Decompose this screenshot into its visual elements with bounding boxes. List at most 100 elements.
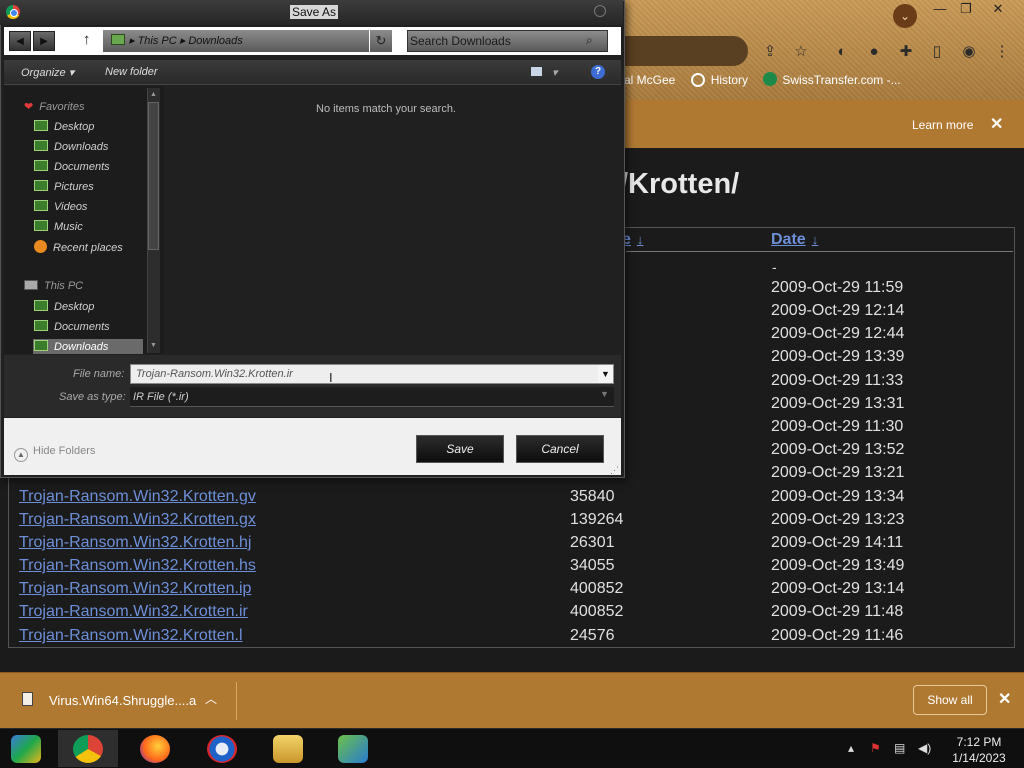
download-shelf-close-icon[interactable]: ✕ <box>998 689 1011 709</box>
bookmark-mcgee[interactable]: ral McGee <box>620 73 675 87</box>
nav-fav-pictures[interactable]: Pictures <box>34 180 94 193</box>
heart-icon: ❤ <box>24 101 34 113</box>
file-content-pane[interactable] <box>164 86 621 354</box>
table-date-cell: 2009-Oct-29 11:30 <box>771 418 904 435</box>
ie-icon[interactable] <box>207 735 237 763</box>
chrome-icon <box>73 735 103 763</box>
new-folder-button[interactable]: New folder <box>105 66 158 78</box>
help-icon[interactable]: ? <box>591 65 605 79</box>
breadcrumb-downloads[interactable]: Downloads <box>188 35 242 47</box>
date-column-header[interactable]: Date ↓ <box>771 231 818 249</box>
chrome-profile-menu-icon[interactable]: ⌄ <box>893 4 917 28</box>
extension-avatar-icon[interactable]: ● <box>864 42 884 62</box>
nav-fav-documents[interactable]: Documents <box>34 160 110 173</box>
nav-this-pc[interactable]: This PC <box>24 280 83 292</box>
action-center-flag-icon[interactable]: ⚑ <box>870 741 881 755</box>
cancel-button[interactable]: Cancel <box>516 435 604 463</box>
scroll-down-icon[interactable]: ▼ <box>148 340 159 352</box>
network-people-icon[interactable] <box>338 735 368 763</box>
table-date-cell: 2009-Oct-29 13:23 <box>771 511 905 528</box>
learn-more-link[interactable]: Learn more <box>912 118 973 132</box>
file-link[interactable]: Trojan-Ransom.Win32.Krotten.ip <box>19 580 251 598</box>
start-orb-icon[interactable] <box>11 735 41 763</box>
file-name-input[interactable] <box>130 364 614 384</box>
chrome-menu-icon[interactable]: ⋮ <box>992 42 1012 62</box>
side-panel-icon[interactable]: ▯ <box>927 42 947 62</box>
restore-icon[interactable]: ❐ <box>951 0 981 18</box>
show-hidden-icons-icon[interactable]: ▴ <box>848 741 854 755</box>
view-dropdown-icon[interactable]: ▾ <box>552 66 558 79</box>
documents-folder-icon <box>34 160 48 171</box>
header-divider <box>626 251 1013 252</box>
view-options-icon[interactable] <box>530 66 543 77</box>
file-link[interactable]: Trojan-Ransom.Win32.Krotten.hj <box>19 534 251 552</box>
nav-pc-downloads[interactable]: Downloads <box>33 339 143 354</box>
file-name-dropdown-icon[interactable]: ▼ <box>598 365 613 383</box>
scroll-up-icon[interactable]: ▲ <box>148 89 159 101</box>
bookmarks-bar: ral McGee History SwissTransfer.com -... <box>620 72 913 96</box>
text-cursor-icon: I <box>329 370 333 385</box>
save-as-type-label: Save as type: <box>59 391 126 403</box>
forward-arrow-icon[interactable]: ▶ <box>33 31 55 51</box>
folder-icon <box>111 34 125 45</box>
download-item[interactable]: Virus.Win64.Shruggle....a <box>49 693 196 708</box>
scrollbar-thumb[interactable] <box>148 102 159 250</box>
organize-button[interactable]: Organize ▾ <box>21 66 74 79</box>
nav-fav-music[interactable]: Music <box>34 220 83 233</box>
nav-fav-downloads[interactable]: Downloads <box>34 140 108 153</box>
infobar-close-icon[interactable]: ✕ <box>990 114 1003 134</box>
resize-grip-icon[interactable]: ⋰ <box>610 465 619 476</box>
show-all-button[interactable]: Show all <box>913 685 987 715</box>
dialog-close-icon[interactable] <box>594 5 606 17</box>
refresh-icon[interactable]: ↻ <box>370 30 392 52</box>
file-link[interactable]: Trojan-Ransom.Win32.Krotten.l <box>19 627 243 645</box>
back-arrow-icon[interactable]: ◀ <box>9 31 31 51</box>
nav-pc-documents[interactable]: Documents <box>34 320 110 333</box>
profile-avatar-icon[interactable]: ◉ <box>959 42 979 62</box>
bookmark-swisstransfer[interactable]: SwissTransfer.com -... <box>763 72 901 87</box>
nav-fav-desktop[interactable]: Desktop <box>34 120 94 133</box>
file-link[interactable]: Trojan-Ransom.Win32.Krotten.hs <box>19 557 256 575</box>
file-link[interactable]: Trojan-Ransom.Win32.Krotten.gv <box>19 488 256 506</box>
file-link[interactable]: Trojan-Ransom.Win32.Krotten.ir <box>19 603 248 621</box>
breadcrumb-this-pc[interactable]: This PC <box>138 35 177 47</box>
hide-folders-button[interactable]: ▲ Hide Folders <box>14 445 95 462</box>
videos-folder-icon <box>34 200 48 211</box>
save-button[interactable]: Save <box>416 435 504 463</box>
size-column-header[interactable]: e ↓ <box>622 231 643 249</box>
bookmark-history[interactable]: History <box>690 73 748 87</box>
address-breadcrumb[interactable]: ▸ This PC ▸ Downloads <box>103 30 369 52</box>
recent-places-icon <box>34 240 47 253</box>
firefox-icon[interactable] <box>140 735 170 763</box>
nav-pc-desktop[interactable]: Desktop <box>34 300 94 313</box>
bookmark-star-icon[interactable]: ☆ <box>791 42 811 62</box>
nav-fav-recent-places[interactable]: Recent places <box>34 240 123 254</box>
file-size: 34055 <box>570 557 615 574</box>
search-input[interactable] <box>410 32 580 50</box>
save-as-type-select[interactable]: IR File (*.ir) <box>130 387 614 407</box>
address-bar[interactable] <box>620 36 748 66</box>
up-arrow-icon[interactable]: ↑ <box>83 31 91 48</box>
file-link[interactable]: Trojan-Ransom.Win32.Krotten.gx <box>19 511 256 529</box>
parent-dir-date: - <box>772 259 777 275</box>
search-icon[interactable]: ⌕ <box>586 33 600 47</box>
volume-icon[interactable]: ◀) <box>918 741 931 755</box>
system-clock[interactable]: 7:12 PM 1/14/2023 <box>944 734 1014 766</box>
music-folder-icon <box>34 220 48 231</box>
nav-favorites[interactable]: ❤ Favorites <box>24 100 84 113</box>
share-icon[interactable]: ⇪ <box>760 42 780 62</box>
command-bar <box>4 60 621 85</box>
extensions-puzzle-icon[interactable]: ✚ <box>896 42 916 62</box>
extension-flag-icon[interactable]: ◐ <box>832 42 852 62</box>
file-explorer-icon[interactable] <box>273 735 303 763</box>
nav-fav-videos[interactable]: Videos <box>34 200 87 213</box>
table-date-cell: 2009-Oct-29 12:14 <box>771 302 905 319</box>
network-icon[interactable]: ▤ <box>894 741 905 755</box>
table-date-cell: 2009-Oct-29 11:48 <box>771 603 904 620</box>
chevron-down-icon[interactable]: ▼ <box>600 389 609 399</box>
sort-arrow-icon: ↓ <box>636 232 644 247</box>
table-date-cell: 2009-Oct-29 13:34 <box>771 488 905 505</box>
chevron-up-icon[interactable]: ︿ <box>205 690 217 707</box>
close-window-icon[interactable]: ✕ <box>983 0 1013 18</box>
table-date-cell: 2009-Oct-29 13:21 <box>771 464 905 481</box>
